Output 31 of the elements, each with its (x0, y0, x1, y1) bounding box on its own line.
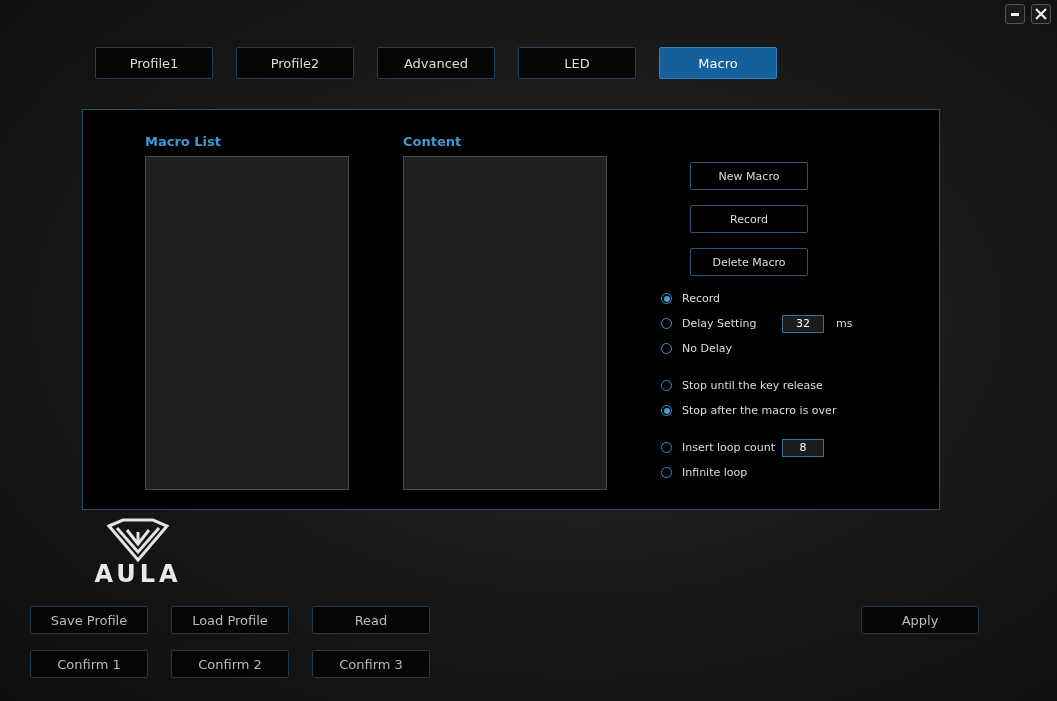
close-icon (1034, 7, 1048, 21)
profile-button[interactable]: Confirm 3 (312, 650, 430, 678)
profile-button[interactable]: Confirm 2 (171, 650, 289, 678)
panel-title: Macro List (145, 134, 222, 151)
minimize-button[interactable] (1005, 4, 1025, 24)
radio-option[interactable]: Stop after the macro is over (661, 398, 853, 423)
tab[interactable]: LED (518, 47, 636, 79)
radio-option[interactable]: Stop until the key release (661, 373, 853, 398)
action-button[interactable]: Delete Macro (690, 248, 808, 276)
radio-option[interactable]: Infinite loop (661, 460, 853, 485)
profile-button[interactable]: Read (312, 606, 430, 634)
unit-label: ms (836, 317, 853, 330)
radio-option[interactable]: Insert loop count 8 (661, 435, 853, 460)
profile-button[interactable]: Load Profile (171, 606, 289, 634)
radio-option[interactable]: Record (661, 286, 853, 311)
radio-option[interactable]: No Delay (661, 336, 853, 361)
close-button[interactable] (1031, 4, 1051, 24)
number-field[interactable]: 32 (782, 314, 824, 333)
action-button[interactable]: New Macro (690, 162, 808, 190)
apply-button[interactable]: Apply (861, 606, 979, 634)
tab[interactable]: Advanced (377, 47, 495, 79)
action-button[interactable]: Record (690, 205, 808, 233)
panel-title: Content (403, 134, 463, 151)
radio-option[interactable]: Delay Setting 32 ms (661, 311, 853, 336)
profile-button[interactable]: Confirm 1 (30, 650, 148, 678)
logo-text: AULA (94, 560, 182, 588)
number-field[interactable]: 8 (782, 438, 824, 457)
tab[interactable]: Profile1 (95, 47, 213, 79)
tab[interactable]: Profile2 (236, 47, 354, 79)
profile-button[interactable]: Save Profile (30, 606, 148, 634)
tab[interactable]: Macro (659, 47, 777, 79)
